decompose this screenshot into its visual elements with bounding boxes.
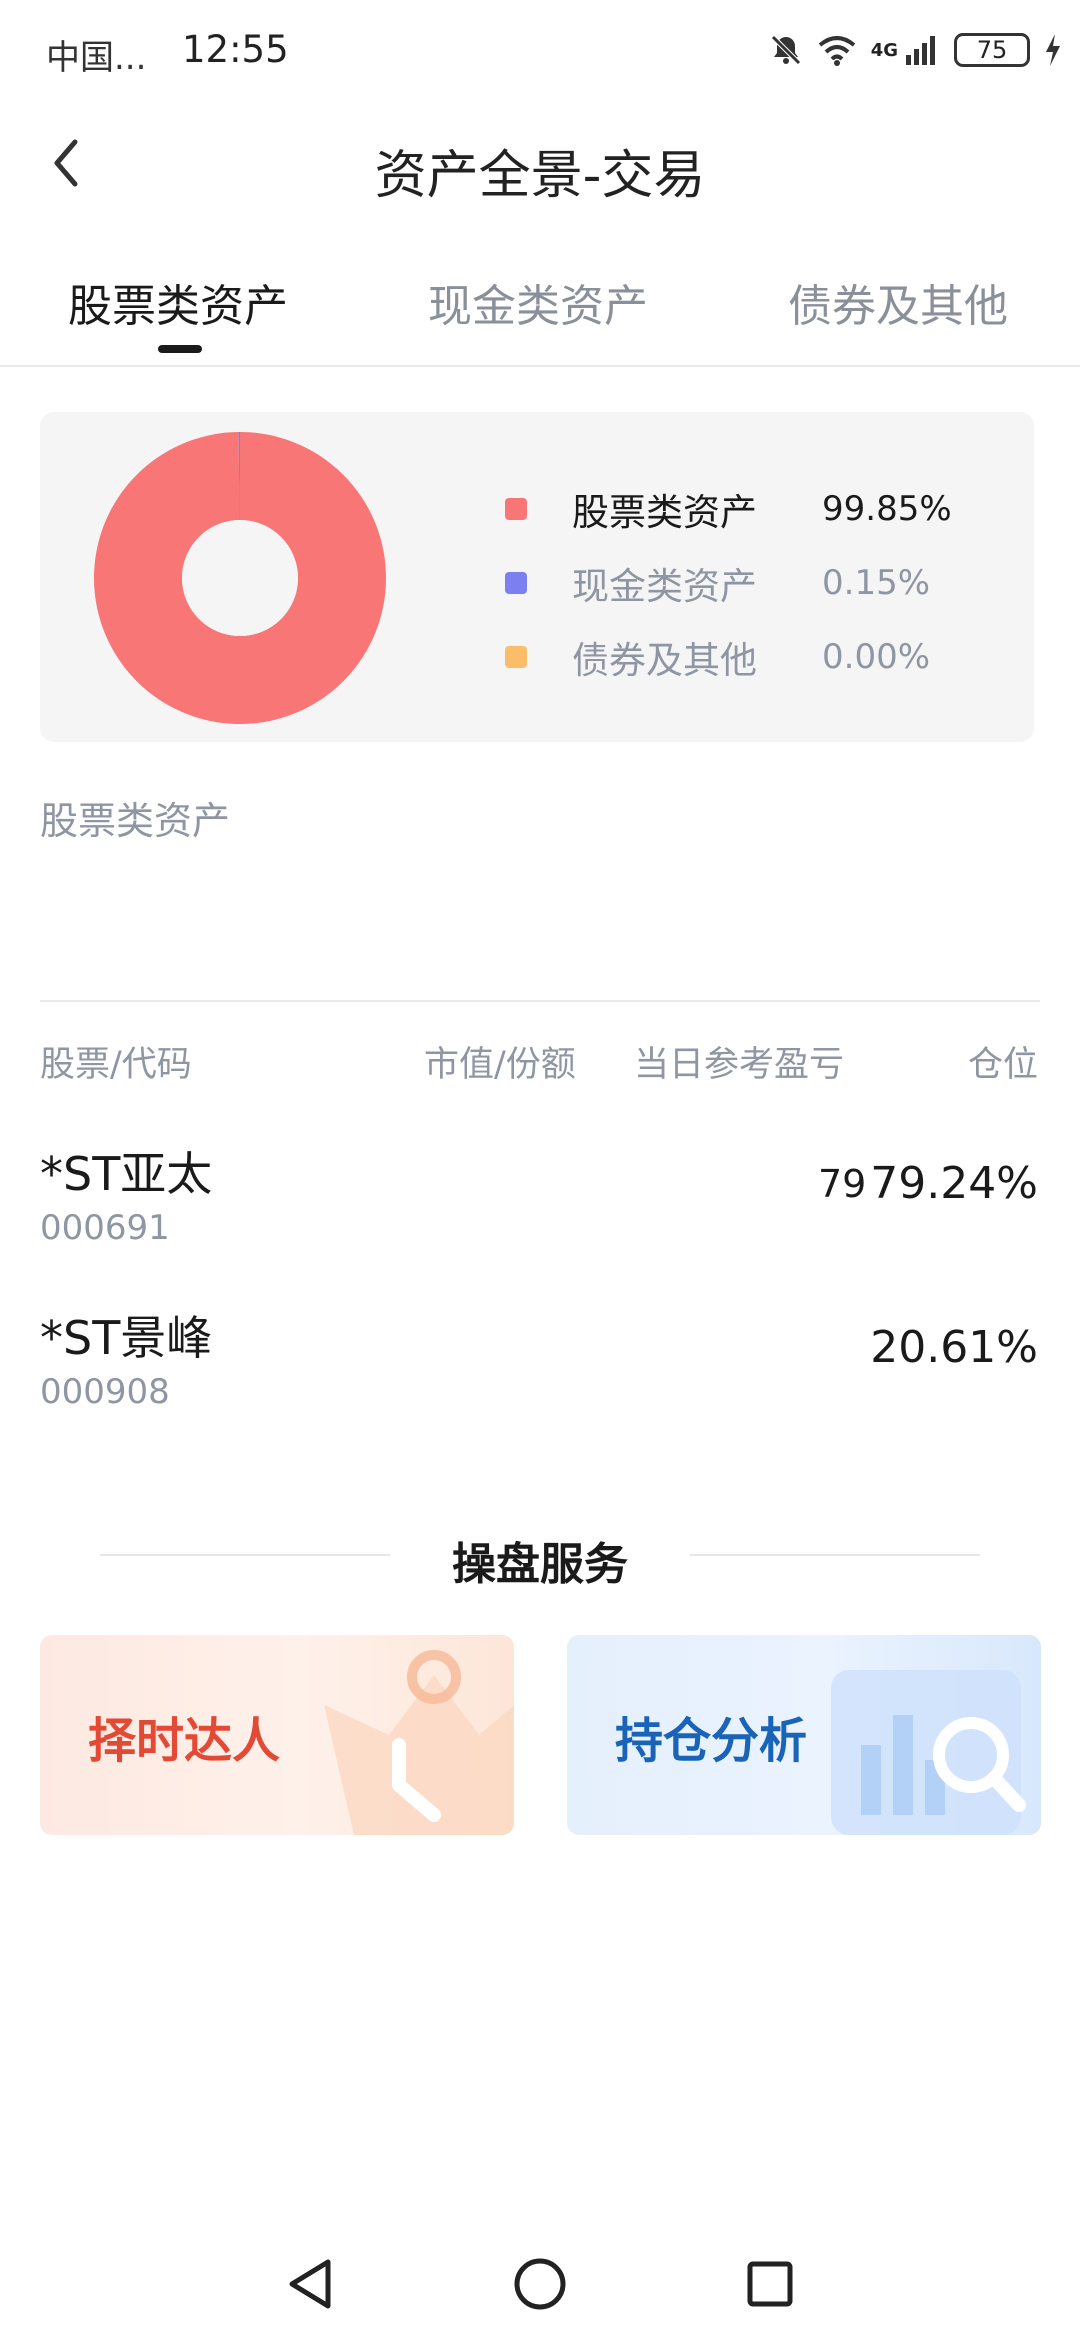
active-tab-indicator [158,345,202,353]
legend-label: 现金类资产 [572,565,757,608]
legend-swatch [505,498,527,520]
stock-name: *ST景峰 [40,1311,213,1365]
mute-bell-icon [770,35,801,65]
header-daily-pnl: 当日参考盈亏 [634,1045,845,1085]
header-stock-code: 股票/代码 [40,1045,192,1085]
service-title: 操盘服务 [452,1539,628,1590]
position-percent: 79.24% [870,1158,1038,1209]
signal-icon [906,36,935,65]
position-percent: 20.61% [870,1322,1038,1373]
stock-code: 000908 [40,1372,170,1412]
clock: 12:55 [182,28,289,71]
timing-clock-icon [324,1650,514,1835]
back-triangle-icon[interactable] [278,2252,342,2316]
system-nav-bar [0,2230,1080,2340]
recents-square-icon[interactable] [738,2252,802,2316]
legend-item-bonds: 债券及其他 0.00% [460,620,1000,694]
legend-item-cash: 现金类资产 0.15% [460,546,1000,620]
header-position: 仓位 [967,1045,1038,1085]
position-analysis-card[interactable]: 持仓分析 [567,1635,1041,1835]
tab-cash-assets[interactable]: 现金类资产 [428,270,648,334]
table-row[interactable]: *ST亚太 000691 79 79.24% [0,1130,1080,1280]
header: 资产全景-交易 [0,105,1080,225]
timing-expert-card[interactable]: 择时达人 [40,1635,514,1835]
tab-bonds-other[interactable]: 债券及其他 [788,270,1008,334]
legend-percent: 0.00% [822,637,931,677]
battery-icon: 75 [954,33,1030,67]
asset-summary-card: 股票类资产 99.85% 现金类资产 0.15% 债券及其他 0.00% [40,412,1034,742]
tab-bar: 股票类资产 现金类资产 债券及其他 [0,255,1080,367]
stock-name: *ST亚太 [40,1147,213,1201]
legend-percent: 0.15% [822,563,931,603]
tab-stock-assets[interactable]: 股票类资产 [68,270,288,334]
status-bar: 中国... 12:55 4G 75 [0,0,1080,105]
chart-legend: 股票类资产 99.85% 现金类资产 0.15% 债券及其他 0.00% [460,472,1000,694]
carrier-label: 中国... [46,38,147,78]
network-type: 4G [870,39,898,61]
page-title: 资产全景-交易 [374,146,706,206]
chart-search-icon [831,1670,1026,1835]
daily-pnl: 79 [818,1162,867,1206]
divider [40,1000,1040,1002]
donut-hole [182,520,298,636]
page: 中国... 12:55 4G 75 资产全景-交易 股票类资产 现金类资产 债券… [0,0,1080,2340]
section-title: 股票类资产 [40,799,231,843]
legend-percent: 99.85% [822,489,952,529]
header-market-value: 市值/份额 [424,1045,576,1085]
service-header: 操盘服务 [0,1520,1080,1590]
status-icons: 4G 75 [769,28,1062,72]
legend-label: 债券及其他 [572,639,757,682]
legend-swatch [505,646,527,668]
card-label: 择时达人 [88,1713,281,1769]
wifi-icon [818,36,855,66]
card-label: 持仓分析 [615,1713,808,1769]
home-circle-icon[interactable] [508,2252,572,2316]
legend-item-stock: 股票类资产 99.85% [460,472,1000,546]
charging-icon [1046,34,1060,66]
allocation-donut-chart [93,432,386,724]
legend-swatch [505,572,527,594]
holdings-table-header: 股票/代码 市值/份额 当日参考盈亏 仓位 [0,1030,1080,1090]
table-row[interactable]: *ST景峰 000908 20.61% [0,1294,1080,1444]
stock-code: 000691 [40,1208,170,1248]
legend-label: 股票类资产 [572,491,757,534]
